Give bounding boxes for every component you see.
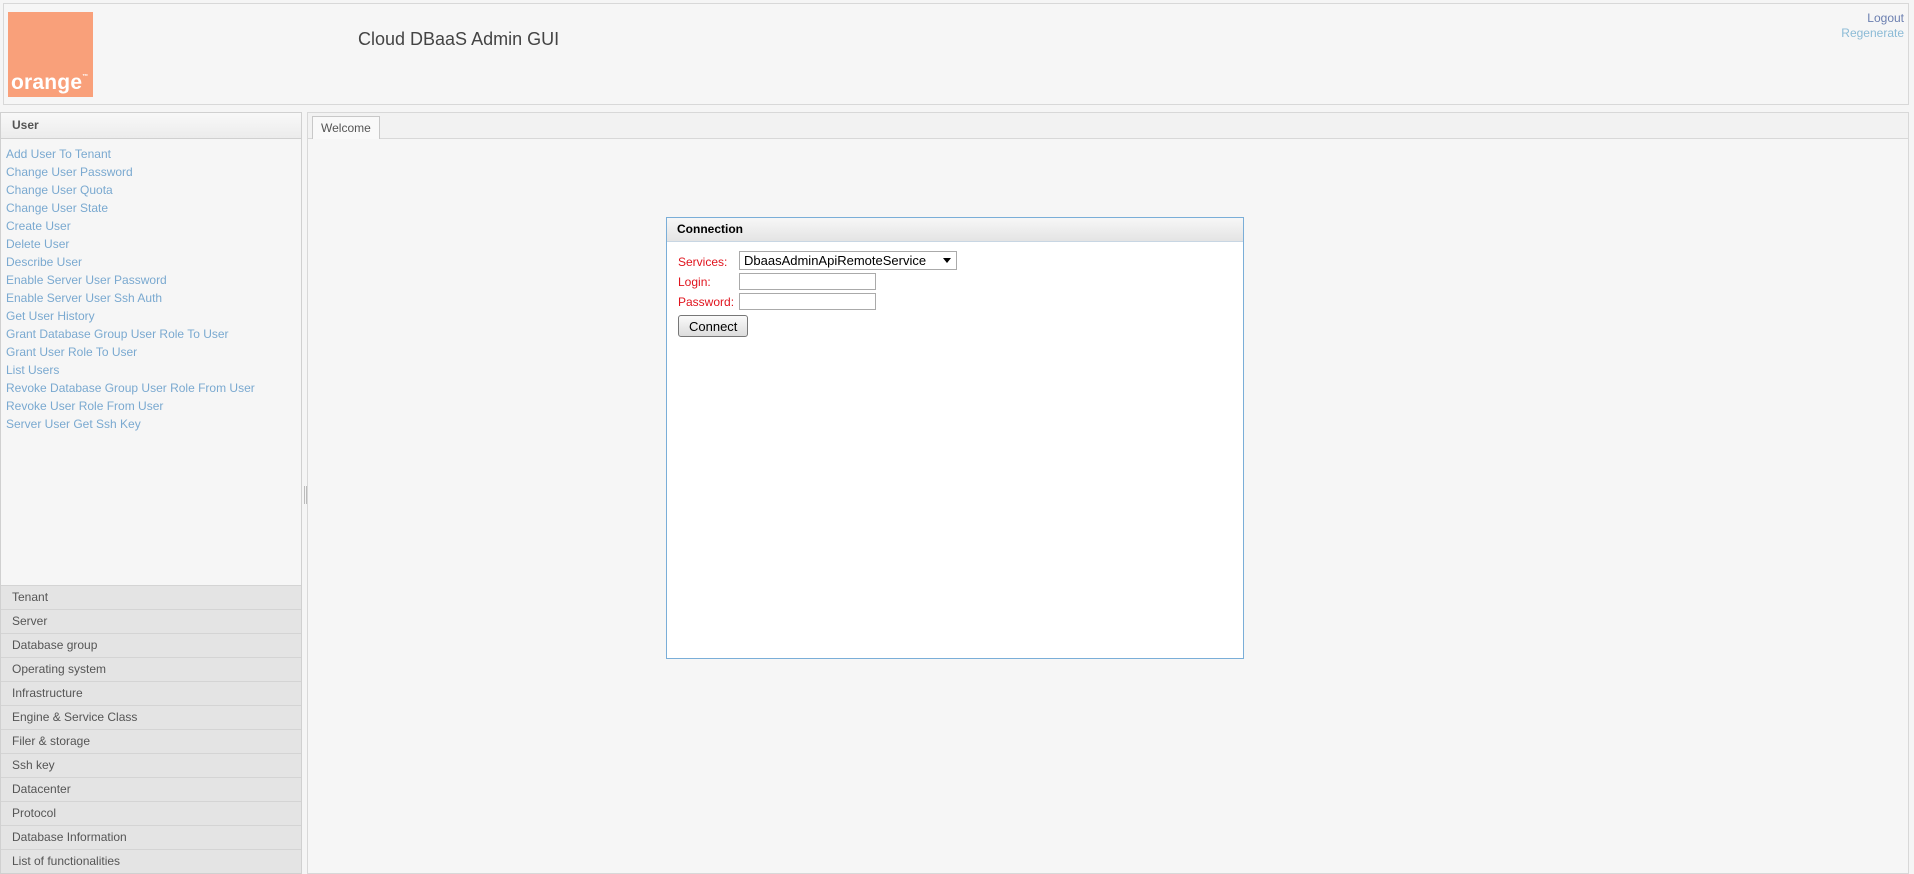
services-label: Services:: [678, 255, 728, 269]
action-link[interactable]: Delete User: [6, 235, 301, 253]
action-link[interactable]: Change User Password: [6, 163, 301, 181]
section-header-filer-storage[interactable]: Filer & storage: [1, 729, 301, 753]
action-link[interactable]: Revoke User Role From User: [6, 397, 301, 415]
connection-dialog: Connection Services: DbaasAdminApiRemote…: [666, 217, 1244, 659]
section-header-ssh-key[interactable]: Ssh key: [1, 753, 301, 777]
action-link[interactable]: Enable Server User Password: [6, 271, 301, 289]
section-header-database-information[interactable]: Database Information: [1, 825, 301, 849]
services-select[interactable]: DbaasAdminApiRemoteService: [739, 251, 957, 270]
section-header-datacenter[interactable]: Datacenter: [1, 777, 301, 801]
login-label: Login:: [678, 275, 711, 289]
left-panel: User Add User To Tenant Change User Pass…: [0, 112, 302, 874]
action-link[interactable]: Get User History: [6, 307, 301, 325]
password-input[interactable]: [739, 293, 876, 310]
logout-link[interactable]: Logout: [1841, 11, 1904, 26]
header-links: Logout Regenerate: [1841, 11, 1904, 41]
action-link[interactable]: Grant Database Group User Role To User: [6, 325, 301, 343]
logo-text: orange™: [11, 71, 89, 94]
action-link[interactable]: Enable Server User Ssh Auth: [6, 289, 301, 307]
section-header-tenant[interactable]: Tenant: [1, 585, 301, 609]
section-header-server[interactable]: Server: [1, 609, 301, 633]
action-link[interactable]: Create User: [6, 217, 301, 235]
login-input[interactable]: [739, 273, 876, 290]
header: orange™ Cloud DBaaS Admin GUI Logout Reg…: [3, 3, 1909, 105]
section-header-operating-system[interactable]: Operating system: [1, 657, 301, 681]
tab-bar: Welcome: [308, 113, 1908, 139]
section-header-engine-service-class[interactable]: Engine & Service Class: [1, 705, 301, 729]
action-link[interactable]: Change User State: [6, 199, 301, 217]
password-label: Password:: [678, 295, 735, 309]
action-link[interactable]: Describe User: [6, 253, 301, 271]
action-link[interactable]: Add User To Tenant: [6, 145, 301, 163]
services-selected-value: DbaasAdminApiRemoteService: [744, 253, 927, 268]
action-link[interactable]: Server User Get Ssh Key: [6, 415, 301, 433]
section-header-protocol[interactable]: Protocol: [1, 801, 301, 825]
section-header-list-of-functionalities[interactable]: List of functionalities: [1, 849, 301, 873]
regenerate-link[interactable]: Regenerate: [1841, 26, 1904, 41]
section-accordion: Tenant Server Database group Operating s…: [1, 585, 301, 873]
logo-wordmark: orange: [11, 71, 83, 94]
dialog-title: Connection: [667, 218, 1243, 242]
action-link[interactable]: Grant User Role To User: [6, 343, 301, 361]
orange-logo: orange™: [8, 12, 93, 97]
action-link[interactable]: Revoke Database Group User Role From Use…: [6, 379, 301, 397]
connect-button[interactable]: Connect: [678, 315, 749, 337]
app-title: Cloud DBaaS Admin GUI: [358, 29, 560, 49]
tab-welcome[interactable]: Welcome: [312, 116, 380, 139]
section-header-user[interactable]: User: [1, 113, 301, 139]
user-actions-list: Add User To Tenant Change User Password …: [1, 139, 301, 433]
chevron-down-icon: [943, 258, 951, 263]
section-header-infrastructure[interactable]: Infrastructure: [1, 681, 301, 705]
action-link[interactable]: Change User Quota: [6, 181, 301, 199]
section-header-database-group[interactable]: Database group: [1, 633, 301, 657]
action-link[interactable]: List Users: [6, 361, 301, 379]
